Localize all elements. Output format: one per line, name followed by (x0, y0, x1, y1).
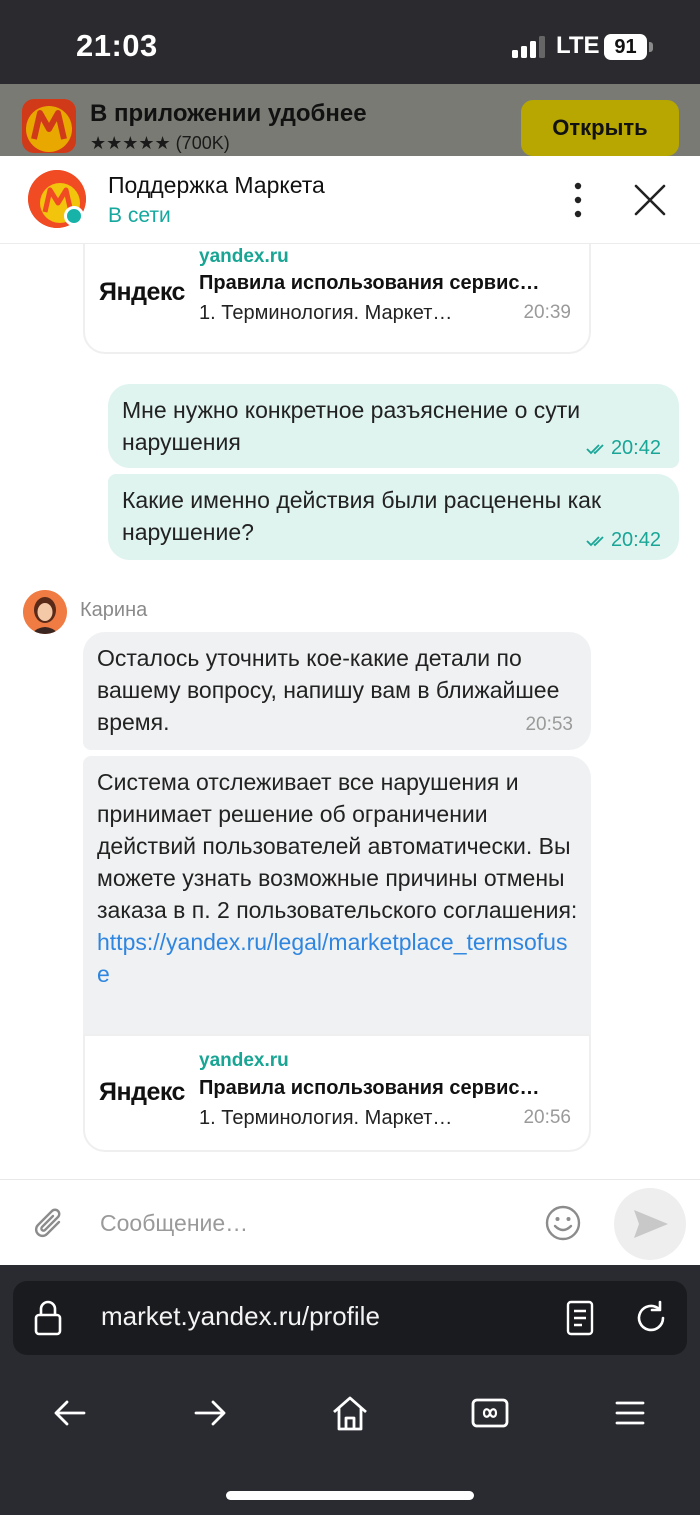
open-app-button[interactable]: Открыть (521, 100, 679, 156)
sender-name: Карина (80, 599, 148, 621)
chat-title: Поддержка Маркета (108, 172, 325, 198)
chat-header: Поддержка Маркета В сети (0, 156, 700, 244)
url-text[interactable]: market.yandex.ru/profile (101, 1301, 380, 1332)
forward-arrow-icon[interactable] (190, 1393, 230, 1433)
link-domain: yandex.ru (199, 246, 289, 267)
message-meta: 20:42 (586, 529, 661, 552)
signal-icon (512, 36, 545, 58)
chat-status: В сети (108, 204, 171, 227)
send-icon (634, 1210, 668, 1238)
browser-toolbar: market.yandex.ru/profile (0, 1265, 700, 1515)
message-input[interactable] (100, 1206, 520, 1240)
link-title: Правила использования сервис… (199, 272, 540, 294)
emoji-icon[interactable] (544, 1204, 582, 1242)
yandex-logo: Яндекс (99, 278, 185, 306)
double-check-icon (586, 536, 604, 546)
outgoing-message[interactable]: Мне нужно конкретное разъяснение о сути … (108, 384, 679, 468)
back-arrow-icon[interactable] (50, 1393, 90, 1433)
message-time: 20:53 (525, 714, 573, 735)
status-time: 21:03 (76, 28, 158, 63)
link-preview-card[interactable]: Яндекс yandex.ru Правила использования с… (83, 244, 591, 354)
link-description: 1. Терминология. Маркет… (199, 302, 453, 324)
message-time: 20:42 (610, 529, 661, 551)
yandex-logo: Яндекс (99, 1078, 185, 1106)
network-type: LTE (556, 32, 600, 59)
message-text: Какие именно действия были расценены как… (122, 487, 602, 545)
message-text: Система отслеживает все нарушения и прин… (97, 766, 579, 990)
close-icon[interactable] (632, 182, 668, 218)
online-indicator (64, 206, 84, 226)
app-banner: В приложении удобнее ★★★★★ (700K) Открыт… (0, 84, 700, 156)
message-composer (0, 1179, 700, 1265)
home-icon[interactable] (330, 1393, 370, 1433)
market-app-icon (22, 99, 76, 153)
address-bar[interactable]: market.yandex.ru/profile (13, 1281, 687, 1355)
message-time: 20:42 (610, 437, 661, 459)
battery-level: 91 (604, 34, 647, 60)
home-indicator[interactable] (226, 1491, 474, 1500)
send-button[interactable] (614, 1188, 686, 1260)
reload-icon[interactable] (633, 1300, 669, 1336)
message-list[interactable]: Яндекс yandex.ru Правила использования с… (0, 244, 700, 1179)
banner-title: В приложении удобнее (90, 100, 367, 127)
paperclip-icon[interactable] (32, 1204, 68, 1244)
incoming-message[interactable]: Система отслеживает все нарушения и прин… (83, 756, 591, 1036)
message-body: Система отслеживает все нарушения и прин… (97, 769, 578, 923)
link-description: 1. Терминология. Маркет… (199, 1107, 453, 1129)
message-text: Мне нужно конкретное разъяснение о сути … (122, 397, 581, 455)
tabs-icon[interactable] (470, 1393, 510, 1433)
link-domain: yandex.ru (199, 1050, 289, 1071)
agent-avatar (23, 590, 67, 634)
message-time: 20:56 (523, 1107, 571, 1128)
reader-mode-icon[interactable] (565, 1299, 595, 1337)
link-preview-card[interactable]: Яндекс yandex.ru Правила использования с… (83, 1034, 591, 1152)
banner-rating: ★★★★★ (700K) (90, 133, 230, 153)
incoming-message[interactable]: Осталось уточнить кое-какие детали по ва… (83, 632, 591, 750)
message-link[interactable]: https://yandex.ru/legal/marketplace_term… (97, 929, 567, 987)
menu-icon[interactable] (610, 1393, 650, 1433)
message-time: 20:39 (523, 302, 571, 323)
message-meta: 20:42 (586, 437, 661, 460)
battery-icon: 91 (604, 34, 653, 60)
more-vertical-icon[interactable] (564, 180, 592, 220)
message-text: Осталось уточнить кое-какие детали по ва… (97, 645, 560, 735)
link-title: Правила использования сервис… (199, 1077, 540, 1099)
lock-icon (34, 1300, 62, 1336)
outgoing-message[interactable]: Какие именно действия были расценены как… (108, 474, 679, 560)
double-check-icon (586, 444, 604, 454)
status-bar: 21:03 LTE 91 (0, 0, 700, 84)
